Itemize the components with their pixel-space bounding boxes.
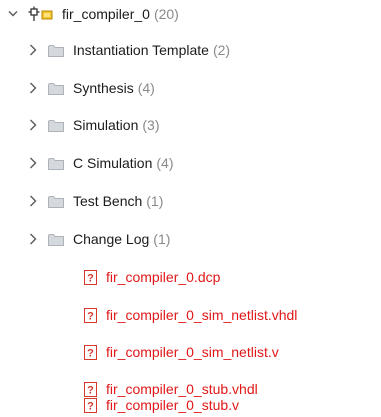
file-label: fir_compiler_0_sim_netlist.v (106, 344, 279, 360)
unknown-file-icon: ? (84, 307, 97, 323)
chevron-right-icon[interactable] (28, 118, 38, 132)
unknown-file-icon: ? (84, 397, 97, 413)
folder-icon (48, 82, 64, 95)
folder-label: Change Log (73, 231, 150, 247)
tree-folder-node[interactable]: Instantiation Template (2) (28, 38, 230, 62)
tree-folder-node[interactable]: Change Log (1) (28, 227, 170, 251)
folder-icon (48, 119, 64, 132)
folder-count: (2) (212, 42, 231, 58)
chevron-right-icon[interactable] (28, 81, 38, 95)
svg-text:?: ? (87, 310, 94, 322)
unknown-file-icon: ? (84, 269, 97, 285)
tree-folder-node[interactable]: C Simulation (4) (28, 151, 174, 175)
chevron-down-icon[interactable] (8, 7, 18, 21)
tree-folder-node[interactable]: Test Bench (1) (28, 189, 163, 213)
ip-core-icon (28, 6, 54, 22)
folder-label: Test Bench (73, 193, 143, 209)
tree-root-count: (20) (153, 6, 179, 22)
folder-label: Instantiation Template (73, 42, 209, 58)
tree-root-label: fir_compiler_0 (62, 6, 150, 22)
svg-text:?: ? (87, 400, 94, 412)
chevron-right-icon[interactable] (28, 156, 38, 170)
svg-text:?: ? (87, 272, 94, 284)
folder-count: (1) (146, 193, 164, 209)
tree-file-node[interactable]: ? fir_compiler_0_sim_netlist.v (84, 340, 279, 364)
folder-label: C Simulation (73, 155, 153, 171)
folder-icon (48, 233, 64, 246)
folder-icon (48, 195, 64, 208)
sources-tree: fir_compiler_0 (20) Instantiation Templa… (0, 0, 381, 417)
tree-file-node[interactable]: ? fir_compiler_0_sim_netlist.vhdl (84, 303, 297, 327)
folder-count: (4) (156, 155, 174, 171)
unknown-file-icon: ? (84, 344, 97, 360)
file-label: fir_compiler_0.dcp (106, 269, 221, 285)
folder-icon (48, 157, 64, 170)
folder-count: (1) (153, 231, 171, 247)
tree-folder-node[interactable]: Simulation (3) (28, 113, 160, 137)
folder-label: Synthesis (73, 80, 134, 96)
tree-folder-node[interactable]: Synthesis (4) (28, 76, 155, 100)
tree-root-node[interactable]: fir_compiler_0 (20) (8, 2, 179, 26)
file-label: fir_compiler_0_sim_netlist.vhdl (106, 307, 298, 323)
folder-label: Simulation (73, 117, 139, 133)
chevron-right-icon[interactable] (28, 232, 38, 246)
chevron-right-icon[interactable] (28, 194, 38, 208)
folder-count: (4) (137, 80, 155, 96)
file-label: fir_compiler_0_stub.v (106, 397, 240, 413)
svg-text:?: ? (87, 347, 94, 359)
tree-file-node-last[interactable]: ? fir_compiler_0_stub.v (84, 393, 239, 417)
tree-file-node[interactable]: ? fir_compiler_0.dcp (84, 265, 220, 289)
chevron-right-icon[interactable] (28, 43, 38, 57)
folder-count: (3) (142, 117, 160, 133)
folder-icon (48, 44, 64, 57)
